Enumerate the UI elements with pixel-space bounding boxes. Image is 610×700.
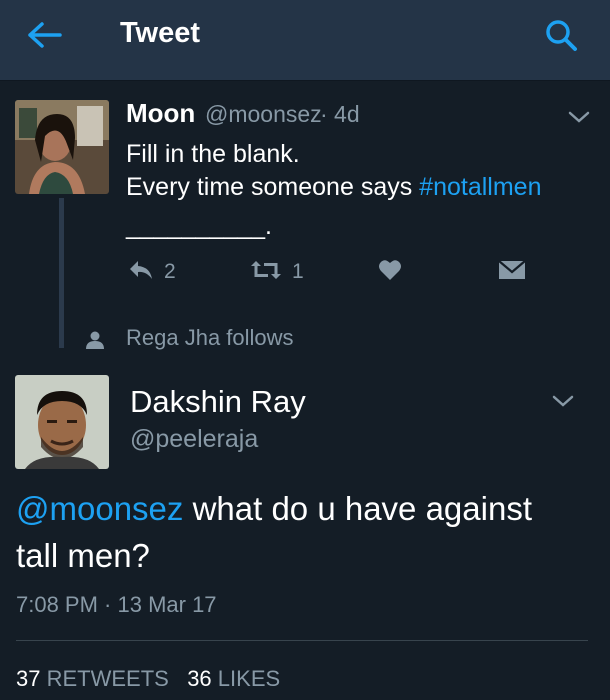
hashtag-link[interactable]: #notallmen (419, 173, 541, 201)
thread-line (59, 198, 64, 348)
avatar[interactable] (15, 375, 109, 469)
back-arrow-icon[interactable] (26, 20, 66, 50)
like-button[interactable] (378, 258, 402, 286)
engagement-stats: 37 RETWEETS 36 LIKES (16, 666, 280, 692)
retweet-count: 1 (292, 260, 304, 283)
chevron-down-icon[interactable] (550, 392, 576, 410)
tweet-text-line: Fill in the blank. (126, 140, 300, 168)
retweets-stat[interactable]: 37 RETWEETS (16, 666, 169, 691)
reply-button[interactable]: 2 (128, 258, 176, 286)
tweet-age: · 4d (320, 101, 360, 127)
author-handle[interactable]: @moonsez (205, 101, 322, 128)
top-app-bar: Tweet (0, 0, 610, 81)
retweets-label: RETWEETS (46, 666, 169, 691)
retweet-icon (250, 259, 282, 286)
mention-link[interactable]: @moonsez (16, 490, 183, 527)
reply-count: 2 (164, 260, 176, 283)
follow-context-text: Rega Jha follows (126, 325, 294, 350)
tweet-text-line: __________. (126, 212, 272, 240)
tweet-text-line: @moonsez what do u have against (16, 490, 532, 528)
chevron-down-icon[interactable] (566, 108, 592, 126)
tweet-text-line: Every time someone says #notallmen (126, 173, 541, 202)
likes-count: 36 (187, 666, 212, 691)
envelope-icon (498, 259, 526, 286)
page-title: Tweet (120, 17, 201, 49)
tweet-text: Every time someone says (126, 173, 420, 201)
likes-label: LIKES (217, 666, 281, 691)
retweets-count: 37 (16, 666, 41, 691)
reply-icon (128, 259, 154, 286)
author-name[interactable]: Dakshin Ray (130, 384, 306, 420)
person-icon (85, 330, 105, 350)
search-icon[interactable] (544, 18, 580, 54)
tweet-timestamp: 7:08 PM · 13 Mar 17 (16, 592, 217, 617)
heart-icon (378, 259, 402, 286)
retweet-button[interactable]: 1 (250, 258, 304, 286)
author-handle[interactable]: @peeleraja (130, 425, 258, 454)
tweet-text-line: tall men? (16, 537, 150, 574)
author-name[interactable]: Moon (126, 98, 195, 129)
direct-message-button[interactable] (498, 258, 526, 286)
avatar[interactable] (15, 100, 109, 194)
likes-stat[interactable]: 36 LIKES (187, 666, 280, 691)
tweet-text: what do u have against (183, 490, 532, 527)
divider (16, 640, 588, 641)
